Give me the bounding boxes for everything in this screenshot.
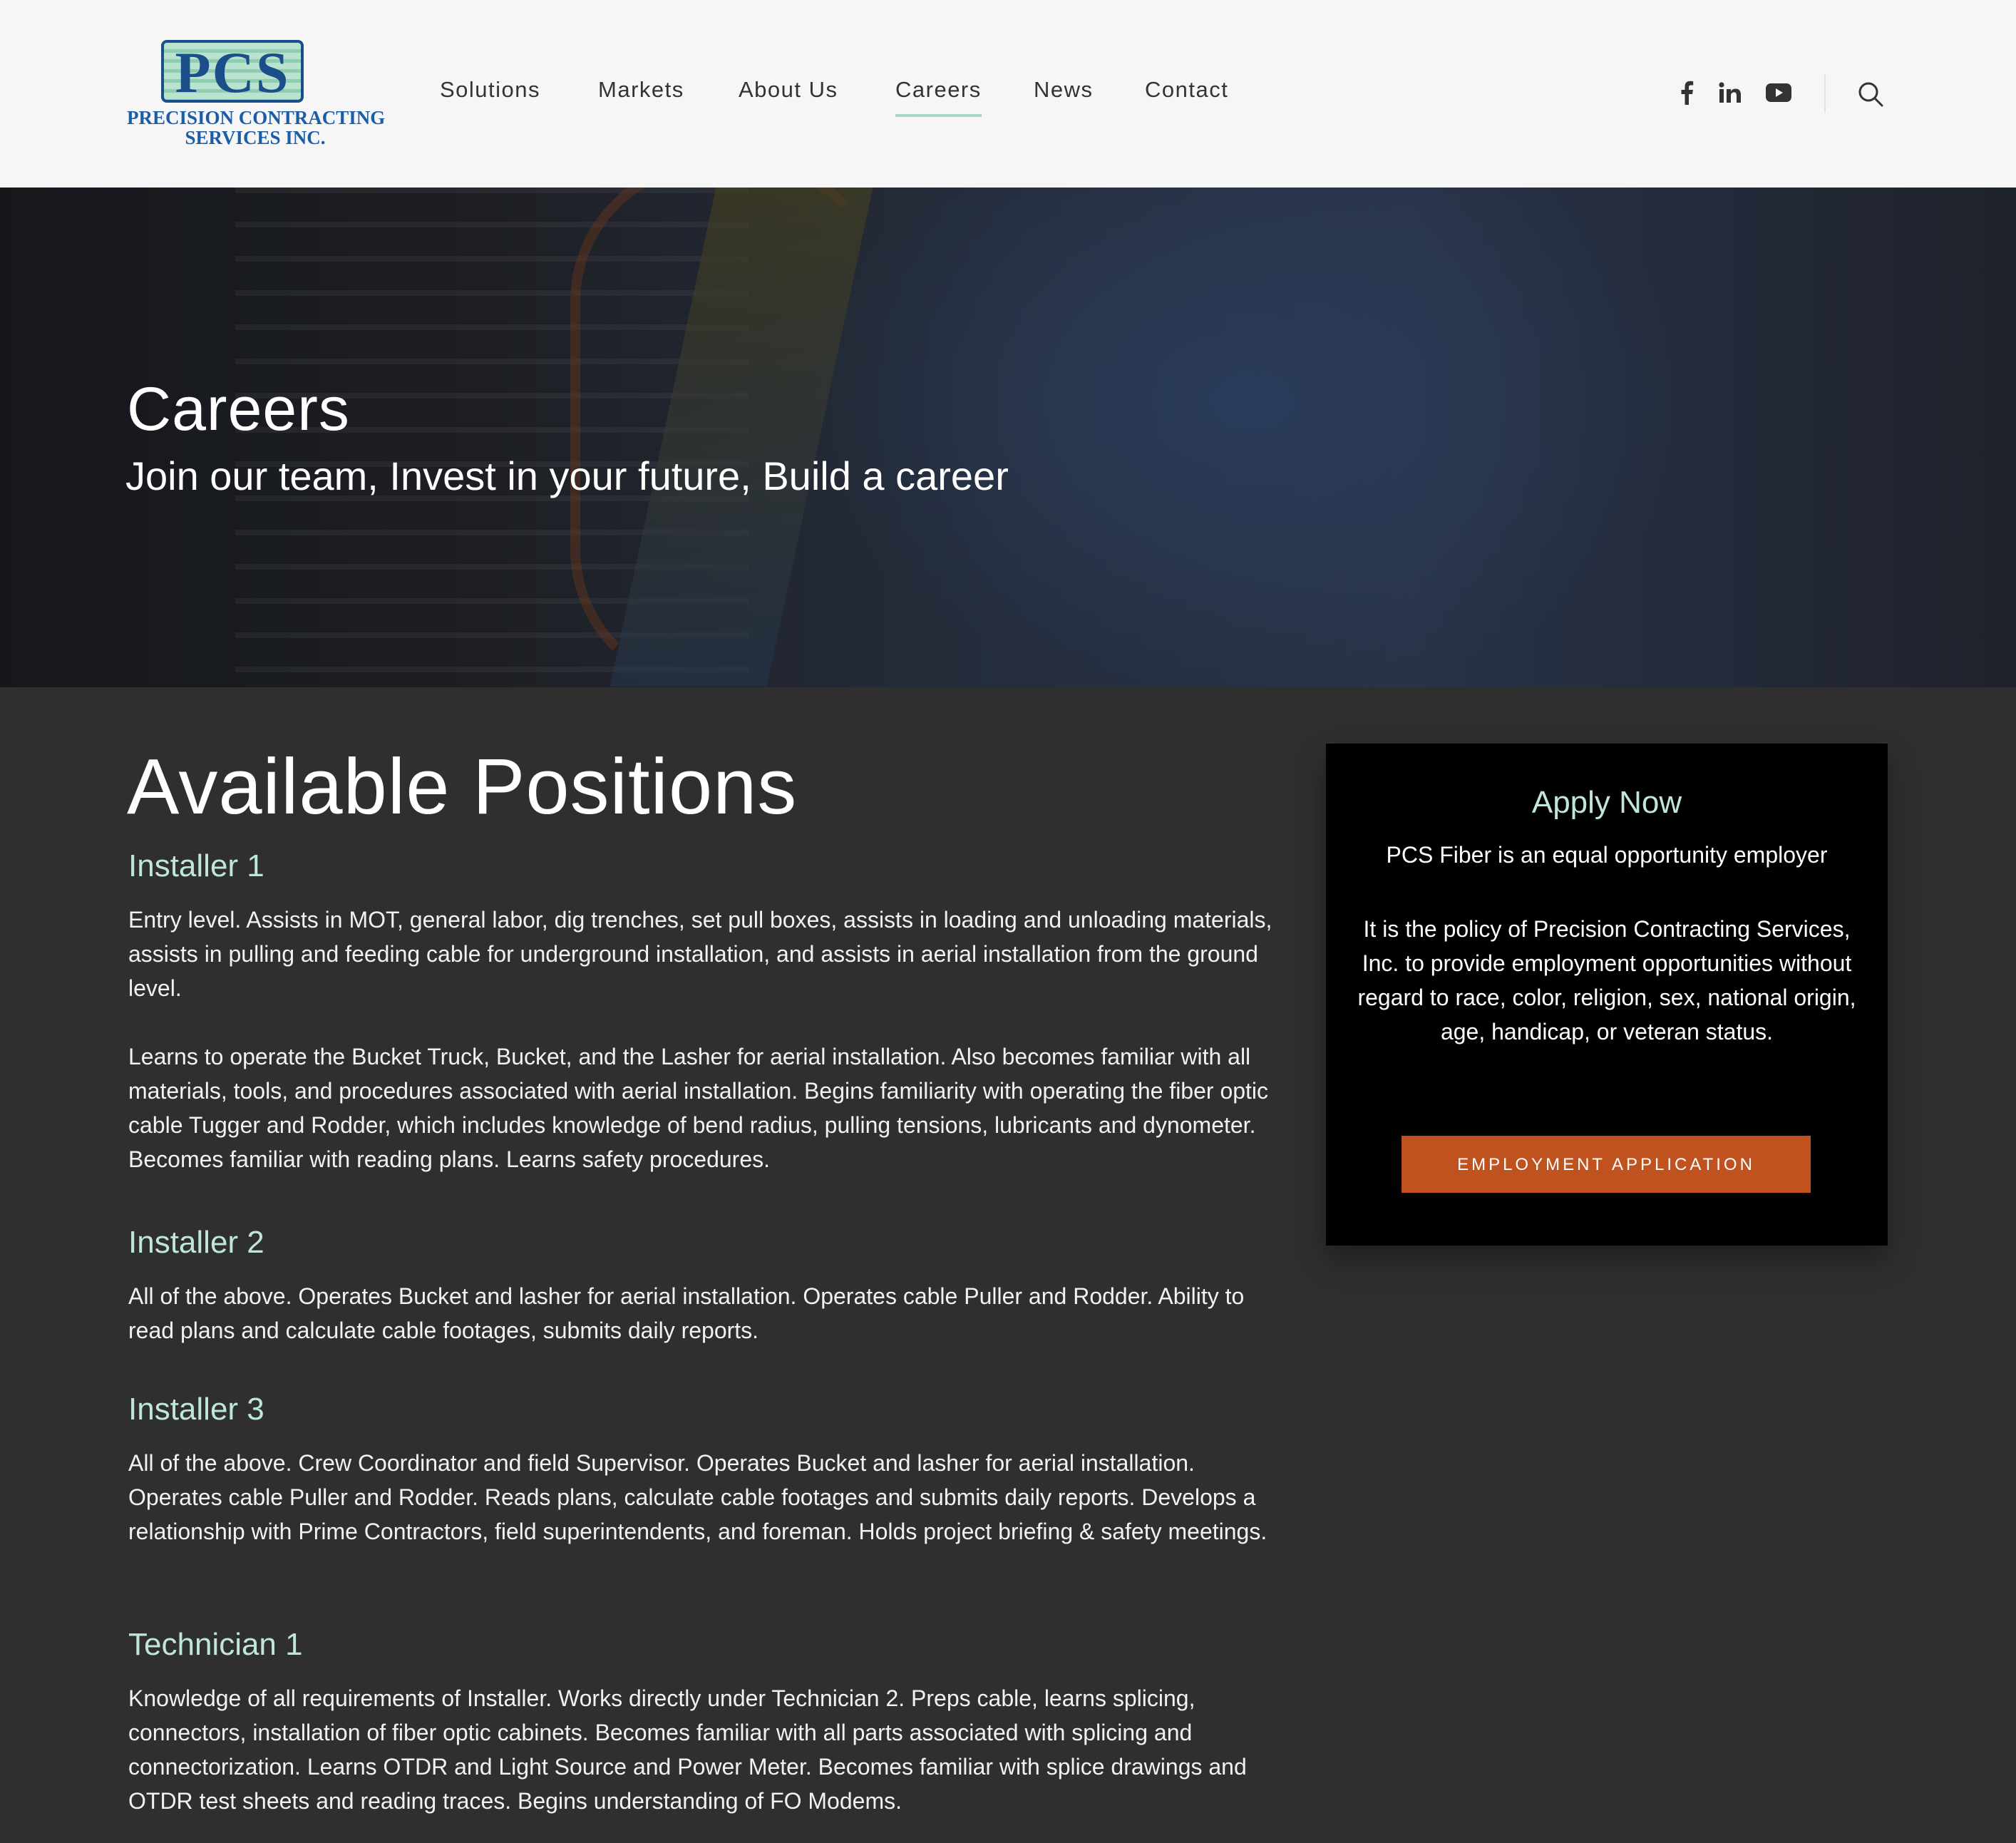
position-technician-1: Technician 1 Knowledge of all requiremen…	[128, 1627, 1290, 1818]
nav-item-careers[interactable]: Careers	[895, 77, 982, 117]
nav-item-contact[interactable]: Contact	[1145, 77, 1228, 103]
nav-item-solutions[interactable]: Solutions	[440, 77, 540, 103]
page-title: Available Positions	[127, 743, 798, 831]
search-icon[interactable]	[1855, 78, 1886, 110]
equal-opportunity-policy: It is the policy of Precision Contractin…	[1357, 916, 1856, 1044]
position-title: Installer 2	[128, 1225, 264, 1260]
position-installer-2: Installer 2 All of the above. Operates B…	[128, 1225, 1290, 1347]
position-title: Installer 3	[128, 1392, 264, 1427]
logo-mark: PCS	[175, 40, 290, 105]
employment-application-button[interactable]: EMPLOYMENT APPLICATION	[1402, 1136, 1811, 1193]
site-header: PCS PRECISION CONTRACTING SERVICES INC. …	[0, 0, 2016, 188]
nav-item-news[interactable]: News	[1034, 77, 1094, 103]
company-logo[interactable]: PCS PRECISION CONTRACTING SERVICES INC.	[127, 37, 386, 151]
position-description: All of the above. Crew Coordinator and f…	[128, 1450, 1267, 1544]
header-divider	[1824, 74, 1826, 113]
position-title: Installer 1	[128, 848, 264, 883]
facebook-icon[interactable]	[1671, 77, 1702, 108]
logo-line-2: SERVICES INC.	[185, 127, 326, 148]
hero-banner: Careers Join our team, Invest in your fu…	[0, 188, 2016, 687]
apply-subtitle: PCS Fiber is an equal opportunity employ…	[1386, 842, 1828, 868]
linkedin-icon[interactable]	[1714, 77, 1746, 108]
nav-item-markets[interactable]: Markets	[598, 77, 684, 103]
position-installer-3: Installer 3 All of the above. Crew Coord…	[128, 1392, 1290, 1549]
position-description: Entry level. Assists in MOT, general lab…	[128, 907, 1272, 1001]
nav-item-about-us[interactable]: About Us	[739, 77, 838, 103]
apply-now-panel: Apply Now PCS Fiber is an equal opportun…	[1326, 744, 1888, 1246]
position-description: All of the above. Operates Bucket and la…	[128, 1283, 1245, 1343]
apply-title: Apply Now	[1531, 785, 1682, 820]
hero-subtitle: Join our team, Invest in your future, Bu…	[125, 453, 1009, 498]
logo-badge: PCS	[161, 40, 304, 103]
position-description: Learns to operate the Bucket Truck, Buck…	[128, 1044, 1269, 1172]
position-title: Technician 1	[128, 1627, 303, 1662]
youtube-icon[interactable]	[1763, 77, 1794, 108]
position-description: Knowledge of all requirements of Install…	[128, 1685, 1247, 1814]
hero-title: Careers	[127, 375, 350, 443]
position-installer-1: Installer 1 Entry level. Assists in MOT,…	[128, 848, 1290, 1176]
logo-line-1: PRECISION CONTRACTING	[127, 107, 386, 128]
